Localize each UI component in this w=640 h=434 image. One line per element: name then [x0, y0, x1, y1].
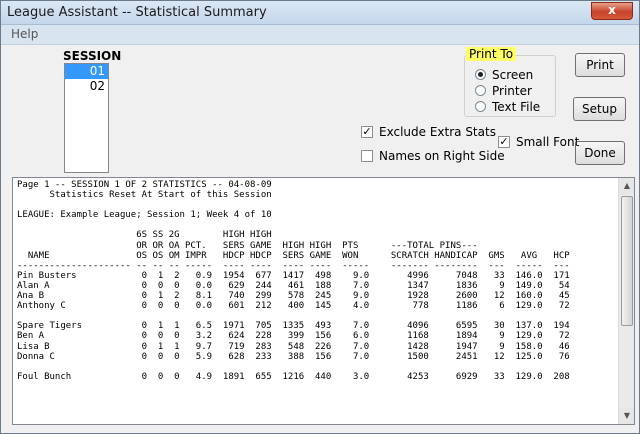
checkmark-icon: ✓	[498, 134, 510, 148]
report-line: Anthony C 0 0 0 0.0 601 212 400 145 4.0 …	[17, 301, 570, 312]
report-line: Pin Busters 0 1 2 0.9 1954 677 1417 498 …	[17, 270, 570, 281]
exclude-extra-stats-checkbox[interactable]: ✓ Exclude Extra Stats	[361, 124, 496, 139]
window-title: League Assistant -- Statistical Summary	[7, 5, 267, 20]
report-text: Page 1 -- SESSION 1 OF 2 STATISTICS -- 0…	[17, 180, 619, 382]
done-button[interactable]: Done	[575, 141, 625, 165]
report-line: Ben A 0 0 0 3.2 624 228 399 156 6.0 1168…	[17, 331, 570, 342]
small-font-checkbox[interactable]: ✓ Small Font	[498, 134, 579, 149]
report-line: NAME OS OS OM IMPR HDCP HDCP SERS GAME W…	[17, 250, 570, 261]
scroll-thumb[interactable]	[621, 196, 633, 326]
report-line: Statistics Reset At Start of this Sessio…	[17, 190, 272, 201]
radio-checked-icon	[475, 69, 486, 80]
title-bar: League Assistant -- Statistical Summary …	[1, 1, 639, 25]
vertical-scrollbar[interactable]: ▲ ▼	[618, 178, 634, 424]
report-line: Alan A 0 0 0 0.0 629 244 461 188 7.0 134…	[17, 280, 570, 291]
report-line: 6S SS 2G HIGH HIGH	[17, 230, 272, 241]
session-item-02[interactable]: 02	[65, 79, 108, 94]
report-line	[17, 362, 619, 372]
checkmark-icon: ✓	[361, 124, 373, 138]
report-line: Donna C 0 0 0 5.9 628 233 388 156 7.0 15…	[17, 351, 570, 362]
scroll-down-icon[interactable]: ▼	[619, 408, 634, 424]
exclude-extra-stats-label: Exclude Extra Stats	[379, 124, 496, 139]
setup-button[interactable]: Setup	[573, 97, 626, 121]
report-line: LEAGUE: Example League; Session 1; Week …	[17, 210, 272, 221]
names-on-right-side-label: Names on Right Side	[379, 148, 505, 163]
small-font-label: Small Font	[516, 134, 580, 149]
report-line: Page 1 -- SESSION 1 OF 2 STATISTICS -- 0…	[17, 180, 272, 190]
report-line	[17, 220, 619, 230]
radio-printer[interactable]: Printer	[475, 83, 532, 98]
report-line: Lisa B 0 1 1 9.7 719 283 548 226 7.0 142…	[17, 341, 570, 352]
radio-text-file[interactable]: Text File	[475, 99, 540, 114]
report-line: --------------------- -- -- -- ----- ---…	[17, 260, 570, 271]
radio-text-file-label: Text File	[492, 99, 541, 114]
report-line	[17, 200, 619, 210]
statistical-summary-window: League Assistant -- Statistical Summary …	[0, 0, 640, 434]
session-item-01[interactable]: 01	[65, 64, 108, 79]
report-line: Spare Tigers 0 1 1 6.5 1971 705 1335 493…	[17, 321, 570, 332]
menu-bar: Help	[1, 25, 639, 45]
print-to-legend: Print To	[466, 47, 517, 61]
report-line	[17, 311, 619, 321]
print-button[interactable]: Print	[575, 53, 625, 77]
radio-unchecked-icon	[475, 101, 486, 112]
radio-screen[interactable]: Screen	[475, 67, 533, 82]
report-viewer[interactable]: Page 1 -- SESSION 1 OF 2 STATISTICS -- 0…	[12, 177, 635, 425]
radio-printer-label: Printer	[492, 83, 532, 98]
radio-screen-label: Screen	[492, 67, 534, 82]
close-icon[interactable]: x	[591, 2, 633, 20]
session-listbox[interactable]: 01 02	[64, 63, 109, 173]
report-line: OR OR OA PCT. SERS GAME HIGH HIGH PTS --…	[17, 240, 478, 251]
report-line: Foul Bunch 0 0 0 4.9 1891 655 1216 440 3…	[17, 371, 570, 382]
report-line: Ana B 0 1 2 8.1 740 299 578 245 9.0 1928…	[17, 291, 570, 302]
session-label: SESSION	[63, 49, 122, 63]
names-on-right-side-checkbox[interactable]: Names on Right Side	[361, 148, 505, 163]
menu-help[interactable]: Help	[11, 27, 38, 41]
scroll-up-icon[interactable]: ▲	[619, 178, 634, 194]
unchecked-box-icon	[361, 149, 373, 162]
radio-unchecked-icon	[475, 85, 486, 96]
